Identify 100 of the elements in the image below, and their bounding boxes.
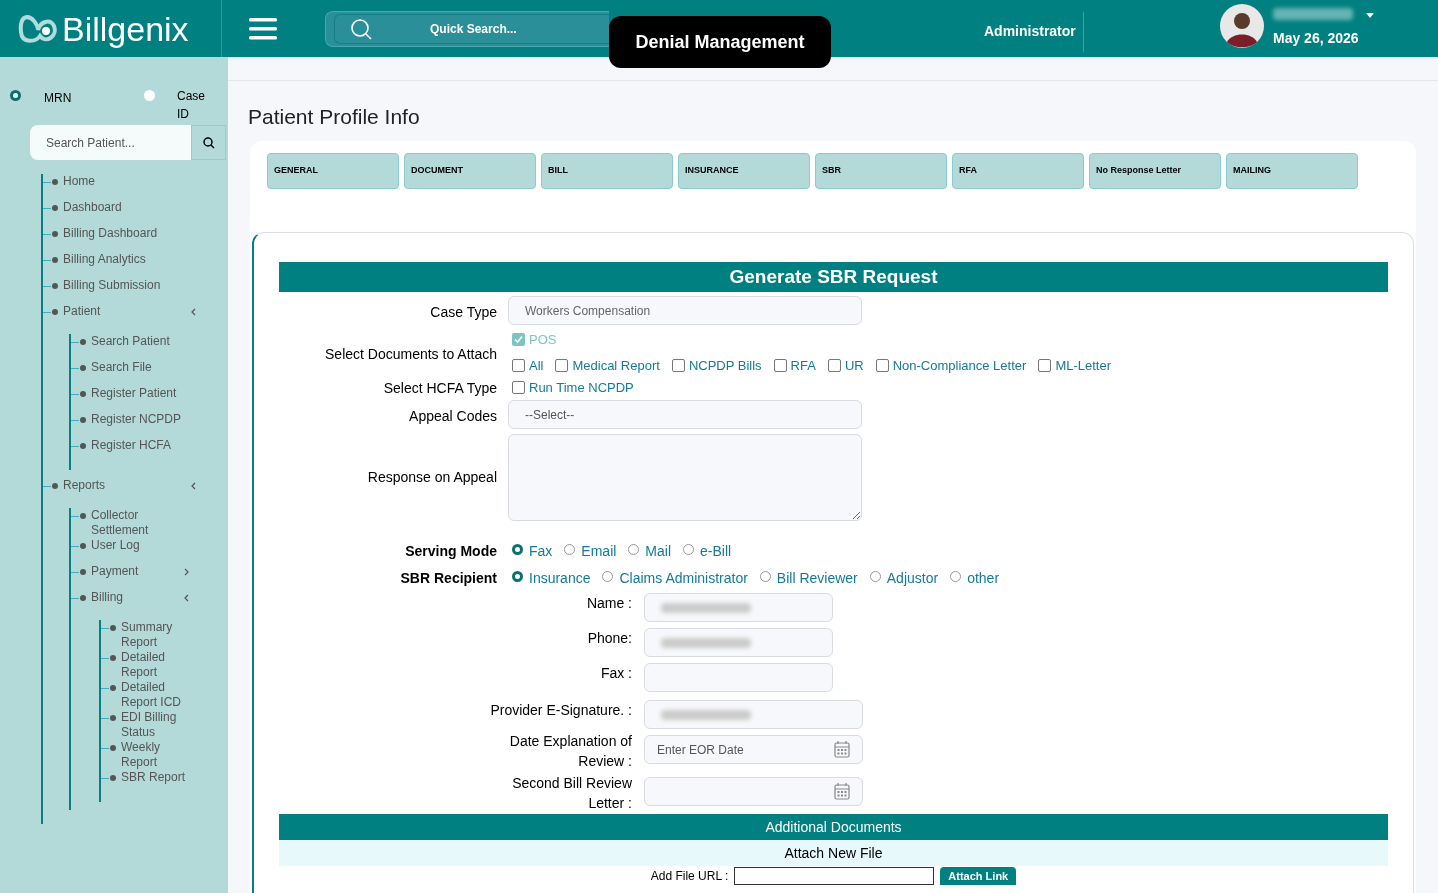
bullet-icon: [80, 417, 86, 423]
option-label: Mail: [645, 542, 672, 561]
radio[interactable]: [950, 571, 962, 582]
sidebar-item[interactable]: SBR Report: [121, 770, 191, 785]
radio[interactable]: [759, 571, 771, 582]
current-date: May 26, 2026: [1273, 29, 1359, 48]
bullet-icon: [52, 283, 58, 289]
menu-icon[interactable]: [249, 17, 277, 40]
sidebar-item[interactable]: Search Patient: [91, 334, 184, 349]
field-label: Second Bill Review Letter :: [511, 774, 632, 813]
bullet-icon: [52, 231, 58, 237]
radio[interactable]: [512, 544, 523, 555]
tab[interactable]: INSURANCE: [678, 153, 810, 189]
radio[interactable]: [602, 571, 614, 582]
sidebar-item[interactable]: Billing Submission: [63, 278, 191, 293]
bullet-icon: [110, 745, 116, 751]
url-field[interactable]: [734, 867, 935, 885]
sidebar-item[interactable]: Register Patient: [91, 386, 184, 401]
option-label: other: [967, 569, 1000, 588]
sidebar-item[interactable]: Search File: [91, 360, 184, 375]
chevron-icon[interactable]: [191, 308, 196, 316]
bullet-icon: [52, 257, 58, 263]
chevron-icon[interactable]: [184, 568, 189, 576]
search-option-label: MRN: [44, 90, 73, 107]
sidebar-item[interactable]: Weekly Report: [121, 740, 191, 770]
option-label: Non-Compliance Letter: [892, 356, 1027, 375]
text-field[interactable]: [644, 628, 833, 657]
radio[interactable]: [628, 544, 640, 555]
avatar-icon[interactable]: [1220, 4, 1264, 48]
search-icon: [202, 136, 215, 149]
search-button[interactable]: [191, 125, 226, 160]
field-label: Case Type: [429, 303, 497, 322]
text-field[interactable]: [644, 593, 833, 622]
option-label: Bill Reviewer: [776, 569, 858, 588]
attach-link-button[interactable]: Attach Link: [940, 867, 1017, 885]
sidebar-item[interactable]: Billing Dashboard: [63, 226, 191, 241]
chevron-icon[interactable]: [184, 594, 189, 602]
bullet-icon: [110, 625, 116, 631]
bullet-icon: [52, 179, 58, 185]
page-heading: Patient Profile Info: [248, 104, 421, 130]
caret-icon[interactable]: [1366, 13, 1374, 18]
tab[interactable]: BILL: [541, 153, 673, 189]
option-label: UR: [844, 356, 864, 375]
tab[interactable]: RFA: [952, 153, 1084, 189]
chevron-icon[interactable]: [191, 482, 196, 490]
option-label: Medical Report: [572, 356, 660, 375]
bullet-icon: [52, 483, 58, 489]
field-label: Phone:: [586, 629, 632, 648]
sidebar-item[interactable]: User Log: [91, 538, 184, 553]
radio[interactable]: [564, 544, 576, 555]
sidebar-item[interactable]: Register HCFA: [91, 438, 184, 453]
option-label: All: [529, 356, 544, 375]
sidebar-item[interactable]: Patient: [63, 304, 191, 319]
date-field[interactable]: [644, 777, 863, 806]
appeal-codes-dropdown[interactable]: --Select--: [508, 400, 862, 429]
sidebar-item[interactable]: EDI Billing Status: [121, 710, 191, 740]
tab[interactable]: No Response Letter: [1089, 153, 1221, 189]
tab[interactable]: DOCUMENT: [404, 153, 536, 189]
sidebar-item[interactable]: Detailed Report: [121, 650, 191, 680]
calendar-icon[interactable]: [834, 741, 850, 758]
tab[interactable]: GENERAL: [267, 153, 399, 189]
bullet-icon: [110, 685, 116, 691]
sidebar-item[interactable]: Register NCPDP: [91, 412, 184, 427]
checkbox[interactable]: [512, 381, 525, 395]
radio[interactable]: [144, 90, 155, 101]
text-field[interactable]: [644, 700, 863, 729]
radio[interactable]: [869, 571, 881, 582]
calendar-icon[interactable]: [834, 783, 850, 800]
patient-search-field[interactable]: Search Patient...: [30, 125, 191, 160]
sidebar-item[interactable]: Billing Analytics: [63, 252, 191, 267]
date-field[interactable]: Enter EOR Date: [644, 735, 863, 764]
bullet-icon: [80, 595, 86, 601]
tab[interactable]: SBR: [815, 153, 947, 189]
tab[interactable]: MAILING: [1226, 153, 1358, 189]
sidebar-item[interactable]: Collector Settlement: [91, 508, 184, 538]
sidebar-item[interactable]: Dashboard: [63, 200, 191, 215]
sidebar-item[interactable]: Home: [63, 174, 191, 189]
bullet-icon: [110, 715, 116, 721]
field-label: Select HCFA Type: [382, 379, 497, 398]
radio[interactable]: [10, 90, 21, 101]
sidebar-item[interactable]: Detailed Report ICD: [121, 680, 191, 710]
bullet-icon: [80, 443, 86, 449]
option-label: Run Time NCPDP: [529, 379, 634, 397]
option-label: Claims Administrator: [619, 569, 748, 588]
search-icon: [350, 17, 374, 42]
field-label: Fax :: [599, 664, 632, 683]
sidebar-item[interactable]: Billing: [91, 590, 184, 605]
radio[interactable]: [683, 544, 695, 555]
text-field[interactable]: [644, 663, 833, 692]
bullet-icon: [80, 339, 86, 345]
sidebar-item[interactable]: Payment: [91, 564, 184, 579]
bullet-icon: [80, 391, 86, 397]
case-type-field[interactable]: Workers Compensation: [508, 296, 862, 325]
search-option-label: Case ID: [177, 88, 205, 123]
radio[interactable]: [512, 571, 523, 582]
form-title-bar: Generate SBR Request: [279, 262, 1388, 292]
sidebar-item[interactable]: Summary Report: [121, 620, 191, 650]
bullet-icon: [80, 569, 86, 575]
quick-search-field[interactable]: Quick Search...: [334, 13, 609, 44]
sidebar-item[interactable]: Reports: [63, 478, 191, 493]
